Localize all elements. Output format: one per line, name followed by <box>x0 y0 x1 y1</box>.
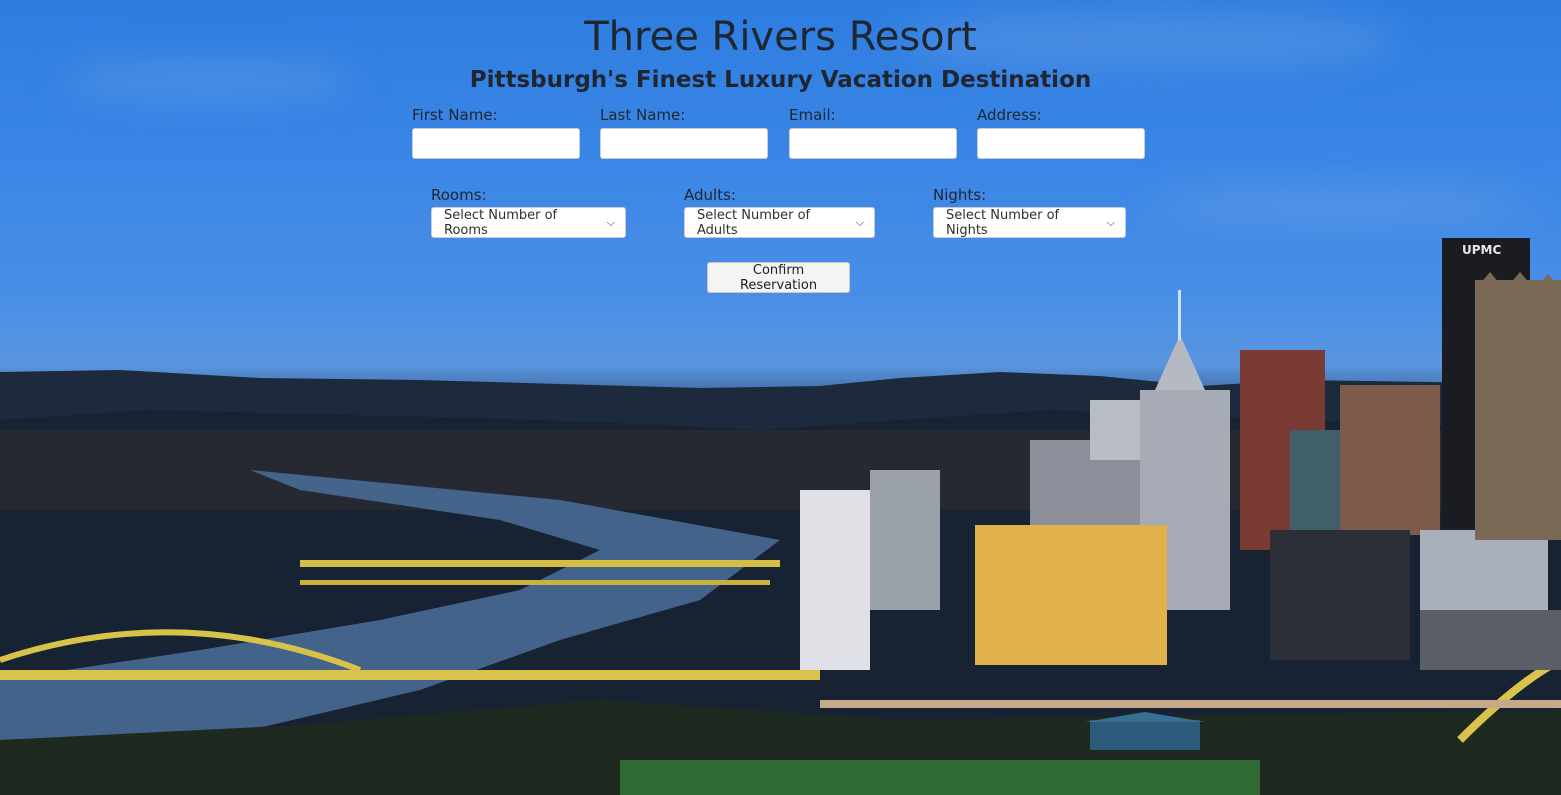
nights-select[interactable]: Select Number of Nights ⌵ <box>933 207 1126 238</box>
last-name-label: Last Name: <box>600 106 686 124</box>
nights-select-value: Select Number of Nights <box>946 207 1060 238</box>
last-name-field: Last Name: <box>600 106 768 159</box>
address-label: Address: <box>977 106 1042 124</box>
first-name-label: First Name: <box>412 106 498 124</box>
nights-label: Nights: <box>933 186 987 204</box>
email-input[interactable] <box>789 128 957 159</box>
confirm-reservation-button[interactable]: Confirm Reservation <box>707 262 850 293</box>
rooms-label: Rooms: <box>431 186 487 204</box>
address-field: Address: <box>977 106 1145 159</box>
background-city-photo: UPMC <box>0 238 1561 795</box>
first-name-input[interactable] <box>412 128 580 159</box>
adults-select[interactable]: Select Number of Adults ⌵ <box>684 207 875 238</box>
first-name-field: First Name: <box>412 106 580 159</box>
email-field: Email: <box>789 106 957 159</box>
rooms-field: Rooms: Select Number of Rooms ⌵ <box>431 186 626 238</box>
chevron-down-icon: ⌵ <box>606 215 615 229</box>
page: UPMC Three Rivers Resort Pittsburgh's Fi… <box>0 0 1561 795</box>
adults-label: Adults: <box>684 186 736 204</box>
page-title: Three Rivers Resort <box>584 14 977 60</box>
chevron-down-icon: ⌵ <box>1106 215 1115 229</box>
rooms-select-value: Select Number of Rooms <box>444 207 558 238</box>
adults-field: Adults: Select Number of Adults ⌵ <box>684 186 875 238</box>
address-input[interactable] <box>977 128 1145 159</box>
email-label: Email: <box>789 106 836 124</box>
last-name-input[interactable] <box>600 128 768 159</box>
adults-select-value: Select Number of Adults <box>697 207 811 238</box>
page-subtitle: Pittsburgh's Finest Luxury Vacation Dest… <box>469 67 1092 93</box>
chevron-down-icon: ⌵ <box>855 215 864 229</box>
upmc-sign-text: UPMC <box>1462 243 1501 257</box>
nights-field: Nights: Select Number of Nights ⌵ <box>933 186 1126 238</box>
rooms-select[interactable]: Select Number of Rooms ⌵ <box>431 207 626 238</box>
